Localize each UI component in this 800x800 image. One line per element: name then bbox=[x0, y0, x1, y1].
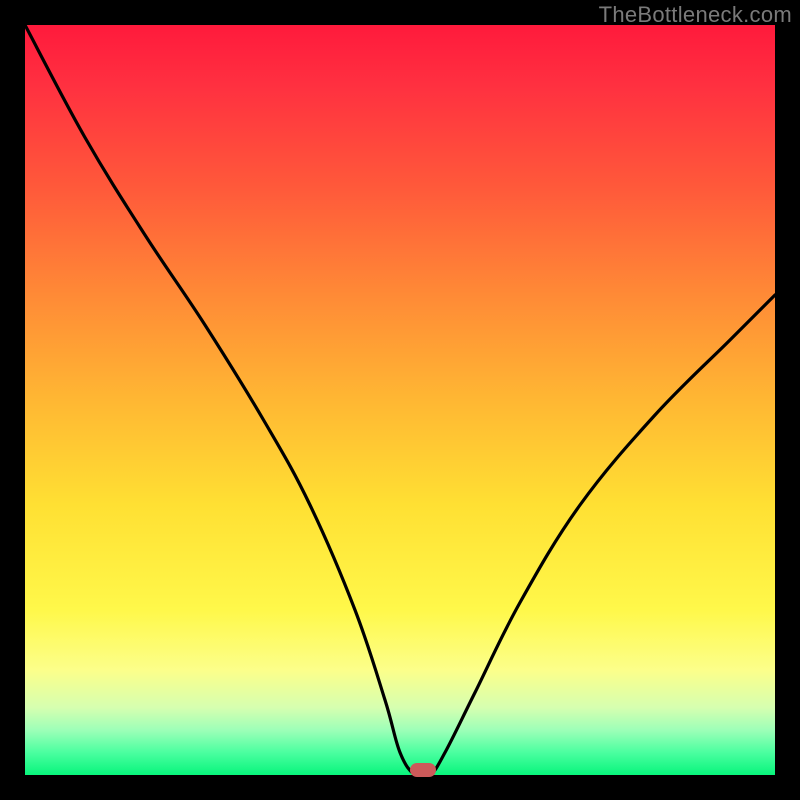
chart-frame: TheBottleneck.com bbox=[0, 0, 800, 800]
bottleneck-curve bbox=[25, 25, 775, 775]
watermark-text: TheBottleneck.com bbox=[599, 2, 792, 28]
minimum-marker bbox=[410, 763, 436, 777]
plot-area bbox=[25, 25, 775, 775]
